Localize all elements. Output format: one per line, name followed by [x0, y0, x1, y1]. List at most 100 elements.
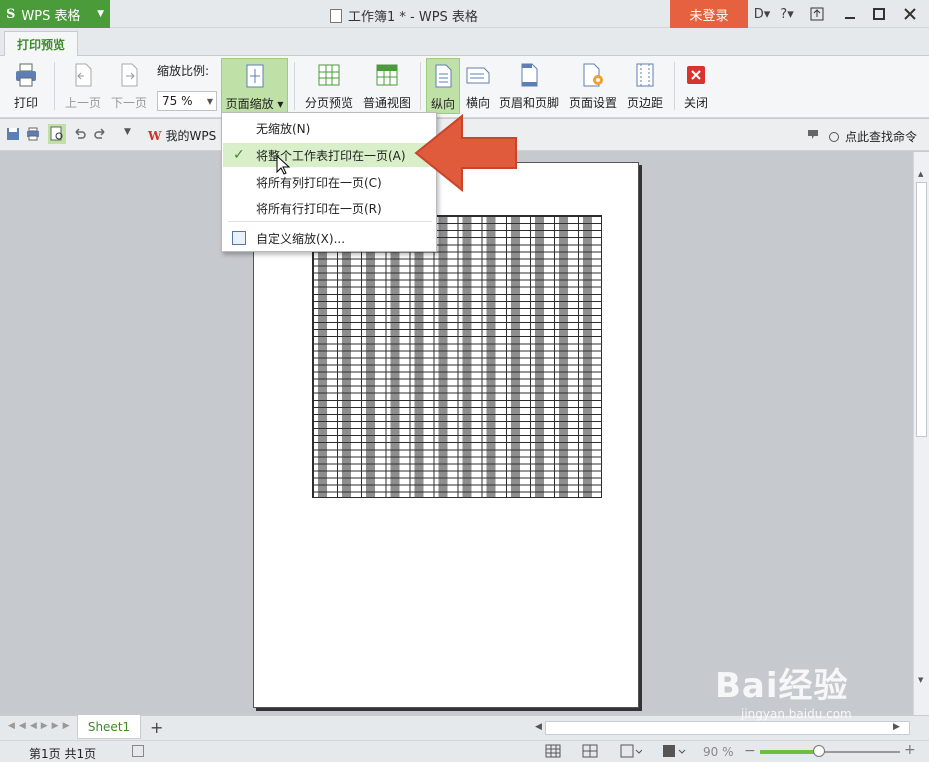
- portrait-button[interactable]: 纵向: [426, 58, 460, 114]
- menu-divider: [228, 221, 432, 222]
- custom-scale-icon: [232, 231, 246, 245]
- header-footer-label: 页眉和页脚: [498, 96, 559, 110]
- menu-item-label: 将所有列打印在一页(C): [256, 175, 382, 190]
- document-title: 工作簿1 * - WPS 表格: [330, 6, 478, 25]
- find-command-label: 点此查找命令: [845, 130, 918, 144]
- watermark-url: jingyan.baidu.com: [741, 707, 852, 721]
- wps-logo-icon: S: [6, 6, 16, 22]
- zoom-slider-knob[interactable]: [812, 745, 825, 757]
- sheet-tab-sheet1[interactable]: Sheet1: [77, 715, 141, 739]
- app-menu-button[interactable]: S WPS 表格 ▼: [0, 0, 110, 28]
- tab-print-preview[interactable]: 打印预览: [4, 31, 78, 57]
- reading-mode-icon[interactable]: [662, 744, 686, 758]
- spreadsheet-thumbnail: [312, 215, 602, 498]
- prev-page-button[interactable]: 上一页: [62, 58, 104, 114]
- status-bar: 第1页 共1页 90 % − +: [0, 740, 929, 762]
- next-page-label: 下一页: [110, 96, 147, 110]
- scroll-left-icon[interactable]: ◀: [535, 722, 542, 732]
- close-window-button[interactable]: [899, 4, 921, 24]
- landscape-label: 横向: [465, 96, 490, 110]
- prev-page-icon: [75, 63, 92, 87]
- layout-status-icon[interactable]: [620, 744, 642, 758]
- page-break-preview-label: 分页预览: [304, 96, 353, 110]
- sheet-nav-icons[interactable]: ◀◀◀▶▶▶: [8, 721, 74, 731]
- print-preview-area[interactable]: [0, 152, 913, 715]
- margins-icon: [636, 63, 654, 87]
- page-scale-menu: 无缩放(N) ✓ 将整个工作表打印在一页(A) 将所有列打印在一页(C) 将所有…: [221, 112, 437, 252]
- my-wps-link[interactable]: W 我的WPS: [148, 127, 216, 144]
- close-preview-button[interactable]: 关闭: [678, 58, 714, 114]
- next-page-icon: [121, 63, 138, 87]
- menu-item-no-scaling[interactable]: 无缩放(N): [223, 116, 435, 140]
- sheet-icon[interactable]: [132, 745, 144, 757]
- annotation-arrow-icon: [414, 113, 517, 193]
- document-title-text: 工作簿1 * - WPS 表格: [348, 10, 478, 25]
- menu-item-label: 自定义缩放(X)...: [256, 231, 346, 246]
- add-sheet-button[interactable]: +: [150, 718, 163, 737]
- redo-icon[interactable]: [94, 127, 108, 141]
- normal-view-icon: [376, 64, 398, 86]
- vertical-scrollbar[interactable]: ▲ ▼: [913, 152, 929, 715]
- wps-w-icon: W: [148, 128, 162, 143]
- landscape-icon: [466, 67, 490, 84]
- chevron-down-icon: ▼: [97, 9, 104, 19]
- login-button[interactable]: 未登录: [670, 0, 748, 28]
- find-command-search[interactable]: 点此查找命令: [829, 128, 917, 145]
- my-wps-label: 我的WPS: [165, 129, 217, 143]
- print-icon[interactable]: [26, 127, 40, 141]
- upload-icon[interactable]: [806, 4, 828, 24]
- chevron-down-icon: ▼: [206, 96, 213, 106]
- page-break-status-icon[interactable]: [582, 744, 598, 758]
- help-label: ?: [780, 6, 788, 22]
- normal-view-status-icon[interactable]: [545, 744, 561, 758]
- page-setup-label: 页面设置: [568, 96, 617, 110]
- menu-item-label: 将所有行打印在一页(R): [256, 201, 382, 216]
- menu-item-fit-rows-one-page[interactable]: 将所有行打印在一页(R): [223, 196, 435, 220]
- prev-page-label: 上一页: [64, 96, 101, 110]
- page-scale-button[interactable]: 页面缩放 ▾: [221, 58, 288, 114]
- help-button[interactable]: ? ▾: [776, 5, 798, 23]
- zoom-in-button[interactable]: +: [904, 742, 916, 758]
- skin-icon[interactable]: D▾: [752, 5, 772, 23]
- save-icon[interactable]: [6, 127, 20, 141]
- close-preview-label: 关闭: [683, 96, 708, 110]
- normal-view-button[interactable]: 普通视图: [360, 58, 414, 114]
- page-setup-icon: [583, 63, 603, 87]
- zoom-value: 75 %: [162, 94, 193, 108]
- scroll-down-icon[interactable]: ▼: [918, 676, 923, 684]
- app-menu-label: WPS 表格: [21, 8, 81, 24]
- page-setup-button[interactable]: 页面设置: [565, 58, 621, 114]
- menu-item-fit-columns-one-page[interactable]: 将所有列打印在一页(C): [223, 170, 435, 194]
- maximize-button[interactable]: [868, 4, 890, 24]
- page-info: 第1页 共1页: [29, 747, 97, 761]
- zoom-label: 缩放比例:: [157, 64, 210, 78]
- margins-label: 页边距: [626, 96, 663, 110]
- margins-button[interactable]: 页边距: [624, 58, 666, 114]
- portrait-icon: [435, 64, 452, 88]
- baidu-watermark: Bai经验 jingyan.baidu.com: [715, 658, 915, 728]
- page-break-icon: [318, 64, 340, 86]
- header-footer-button[interactable]: 页眉和页脚: [497, 58, 561, 114]
- undo-icon[interactable]: [72, 127, 86, 141]
- vertical-scroll-thumb[interactable]: [916, 182, 927, 437]
- printer-icon: [16, 63, 36, 87]
- collapse-ribbon-icon[interactable]: [806, 127, 820, 141]
- print-button[interactable]: 打印: [6, 58, 46, 114]
- print-label: 打印: [13, 96, 38, 110]
- page-break-preview-button[interactable]: 分页预览: [300, 58, 358, 114]
- print-preview-icon[interactable]: [48, 124, 66, 144]
- menu-item-custom-scaling[interactable]: 自定义缩放(X)...: [223, 226, 435, 250]
- zoom-slider[interactable]: [760, 745, 900, 757]
- title-bar: S WPS 表格 ▼ 工作簿1 * - WPS 表格 未登录 D▾ ? ▾: [0, 0, 929, 28]
- landscape-button[interactable]: 横向: [462, 58, 494, 114]
- zoom-select[interactable]: 75 % ▼: [157, 91, 217, 111]
- zoom-percent: 90 %: [703, 745, 734, 759]
- search-icon: [829, 131, 839, 142]
- scroll-up-icon[interactable]: ▲: [918, 170, 923, 178]
- next-page-button[interactable]: 下一页: [108, 58, 150, 114]
- minimize-button[interactable]: [839, 4, 861, 24]
- customize-dropdown-icon[interactable]: ▼: [124, 127, 138, 141]
- zoom-out-button[interactable]: −: [744, 743, 756, 759]
- ribbon: 打印 上一页 下一页 缩放比例: 75 % ▼ 页面缩放 ▾ 分页预览 普通视图: [0, 56, 929, 118]
- menu-item-fit-sheet-one-page[interactable]: ✓ 将整个工作表打印在一页(A): [223, 143, 435, 167]
